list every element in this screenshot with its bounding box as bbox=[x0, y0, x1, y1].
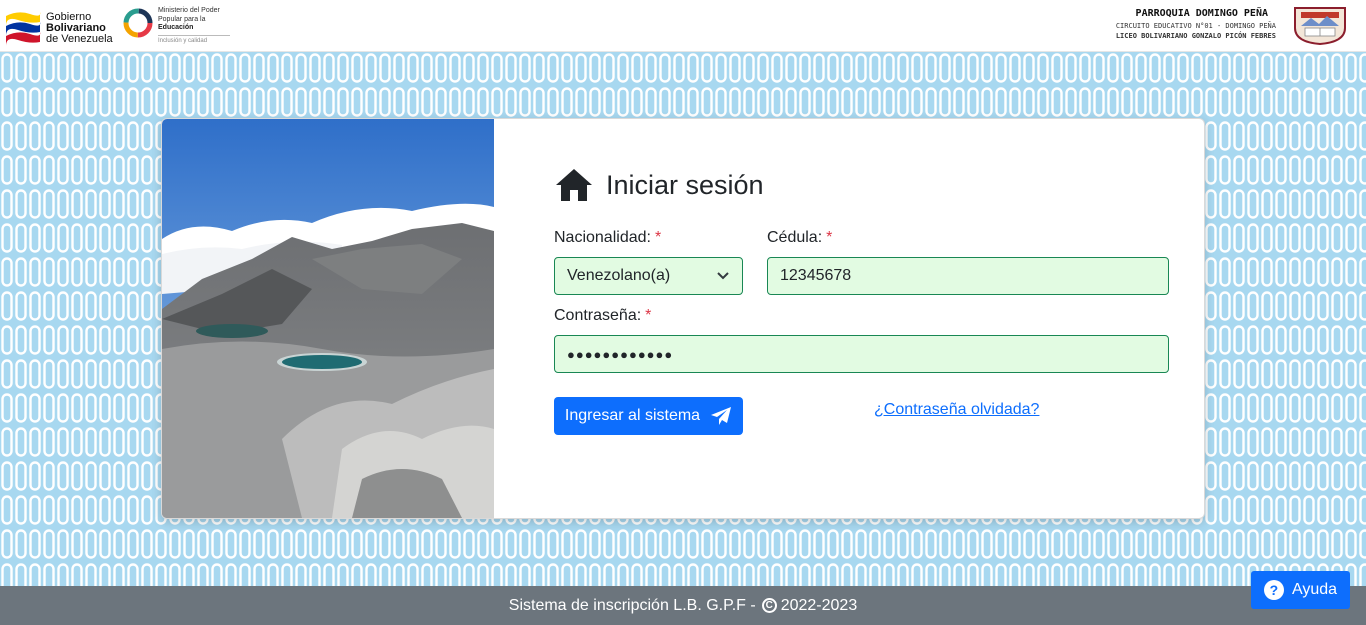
password-input[interactable]: ●●●●●●●●●●●● bbox=[554, 335, 1169, 373]
gobierno-bolivariano-logo: Gobierno Bolivariano de Venezuela bbox=[4, 8, 113, 48]
top-header: Gobierno Bolivariano de Venezuela Minist… bbox=[0, 0, 1366, 52]
login-submit-label: Ingresar al sistema bbox=[564, 407, 701, 424]
nacionalidad-label-text: Nacionalidad: bbox=[554, 229, 651, 246]
home-icon bbox=[556, 169, 592, 201]
nacionalidad-label: Nacionalidad: * bbox=[554, 229, 661, 247]
min-line2: Popular para la bbox=[158, 15, 206, 23]
school-info: PARROQUIA DOMINGO PEÑA CIRCUITO EDUCATIV… bbox=[1116, 8, 1276, 40]
login-card: Iniciar sesión Nacionalidad: * Cédula: * V… bbox=[161, 118, 1205, 519]
login-form: Iniciar sesión Nacionalidad: * Cédula: * V… bbox=[494, 119, 1204, 518]
nacionalidad-selected: Venezolano(a) bbox=[567, 267, 671, 284]
footer-bar: Sistema de inscripción L.B. G.P.F - C 20… bbox=[0, 586, 1366, 625]
education-ring-icon bbox=[123, 8, 153, 38]
login-title: Iniciar sesión bbox=[606, 169, 764, 200]
login-submit-button[interactable]: Ingresar al sistema bbox=[554, 397, 743, 435]
cedula-label-text: Cédula: bbox=[767, 229, 823, 246]
school-circuito: CIRCUITO EDUCATIVO N°01 - DOMINGO PEÑA bbox=[1115, 22, 1276, 30]
gob-line2: Bolivariano bbox=[46, 21, 106, 34]
nacionalidad-select[interactable]: Venezolano(a) bbox=[554, 257, 743, 295]
footer-years: 2022-2023 bbox=[780, 596, 858, 614]
min-tagline: Inclusión y calidad bbox=[158, 34, 230, 46]
ministerio-educacion-logo: Ministerio del Poder Popular para la Edu… bbox=[122, 7, 230, 45]
login-title-row: Iniciar sesión bbox=[554, 167, 764, 203]
min-line1: Ministerio del Poder bbox=[158, 7, 220, 14]
password-label-text: Contraseña: bbox=[554, 307, 642, 324]
cedula-input[interactable]: 12345678 bbox=[767, 257, 1169, 295]
cedula-value: 12345678 bbox=[780, 267, 852, 284]
school-crest-icon bbox=[1294, 7, 1346, 46]
gob-line1: Gobierno bbox=[46, 10, 92, 23]
required-mark: * bbox=[654, 229, 662, 246]
password-value: ●●●●●●●●●●●● bbox=[567, 346, 674, 362]
footer-text: Sistema de inscripción L.B. G.P.F - bbox=[508, 596, 756, 614]
gob-line3: de Venezuela bbox=[46, 32, 113, 45]
password-label: Contraseña: * bbox=[554, 307, 651, 325]
chevron-down-icon bbox=[717, 272, 729, 280]
help-button[interactable]: ? Ayuda bbox=[1251, 571, 1350, 609]
forgot-password-link[interactable]: ¿Contraseña olvidada? bbox=[874, 401, 1039, 419]
venezuela-flag-icon bbox=[6, 12, 41, 46]
question-circle-icon: ? bbox=[1263, 580, 1284, 600]
help-label: Ayuda bbox=[1291, 581, 1338, 598]
mountain-landscape-image bbox=[162, 119, 494, 518]
cedula-label: Cédula: * bbox=[767, 229, 832, 247]
copyright-icon: C bbox=[761, 598, 777, 613]
school-liceo: LICEO BOLIVARIANO GONZALO PICÓN FEBRES bbox=[1115, 32, 1276, 40]
paper-plane-icon bbox=[711, 407, 732, 425]
required-mark: * bbox=[826, 229, 833, 246]
school-parroquia: PARROQUIA DOMINGO PEÑA bbox=[1135, 8, 1268, 19]
required-mark: * bbox=[645, 307, 652, 324]
min-line3: Educación bbox=[158, 24, 194, 31]
